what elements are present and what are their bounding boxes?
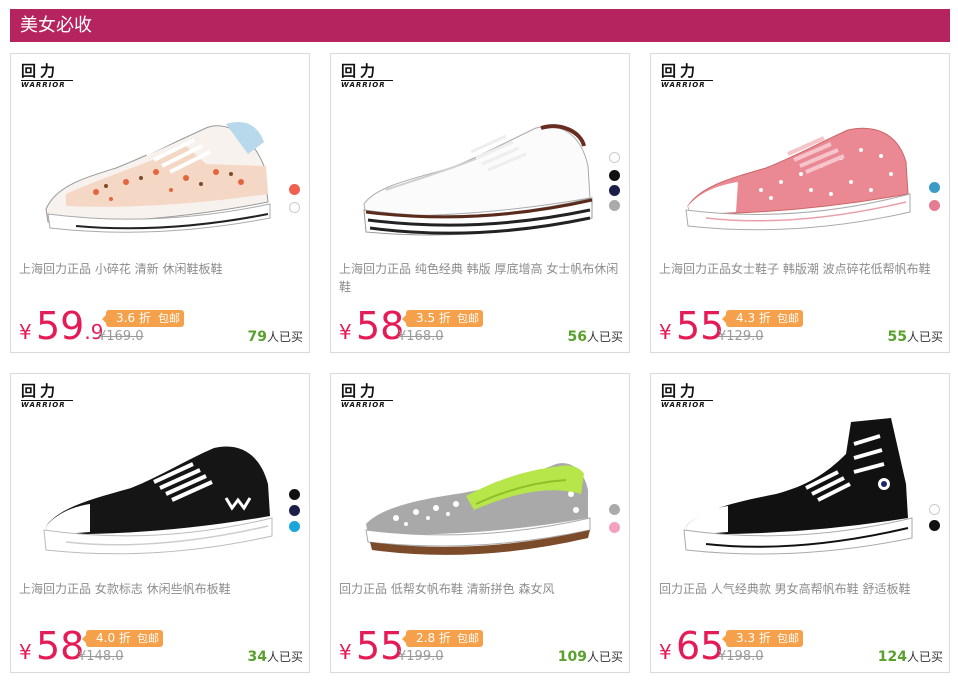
color-swatch[interactable] [289, 202, 300, 213]
sold-number: 55 [887, 329, 907, 345]
color-swatch[interactable] [609, 522, 620, 533]
sold-suffix: 人已买 [906, 650, 943, 664]
brand-logo-cn: 回力 [661, 62, 700, 80]
currency-symbol: ¥ [659, 320, 672, 344]
brand-logo: 回力 WARRIOR [341, 384, 393, 410]
sold-count: 55人已买 [888, 328, 944, 345]
sold-number: 56 [567, 329, 587, 345]
brand-logo-en: WARRIOR [661, 400, 713, 409]
brand-logo-en: WARRIOR [661, 80, 713, 89]
color-swatch[interactable] [609, 200, 620, 211]
product-title[interactable]: 上海回力正品 女款标志 休闲些帆布板鞋 [19, 580, 303, 598]
product-image[interactable] [356, 414, 596, 564]
brand-logo-en: WARRIOR [341, 80, 393, 89]
sold-suffix: 人已买 [266, 650, 303, 664]
color-swatch[interactable] [289, 489, 300, 500]
product-card[interactable]: 回力 WARRIOR 上海回力正品 女款标志 休闲些帆布板鞋 ¥ 58 4.0 … [10, 373, 310, 673]
color-swatch[interactable] [929, 520, 940, 531]
sold-suffix: 人已买 [586, 650, 623, 664]
discount-badge: 4.0 折 [82, 630, 139, 647]
product-card[interactable]: 回力 WARRIOR 回力正品 低帮女帆布鞋 清新拼色 森女风 ¥ 55 2.8… [330, 373, 630, 673]
price-integer: 59 [36, 304, 85, 348]
free-shipping-badge: 包邮 [773, 630, 803, 647]
currency-symbol: ¥ [19, 320, 32, 344]
original-price: ¥169.0 [98, 329, 144, 344]
sold-suffix: 人已买 [586, 330, 623, 344]
product-image[interactable] [356, 94, 596, 244]
brand-logo-en: WARRIOR [21, 400, 73, 409]
section-header: 美女必收 [10, 9, 950, 42]
color-swatch[interactable] [289, 521, 300, 532]
original-price: ¥198.0 [718, 649, 764, 664]
brand-logo-cn: 回力 [661, 382, 700, 400]
product-title[interactable]: 回力正品 人气经典款 男女高帮帆布鞋 舒适板鞋 [659, 580, 943, 598]
product-card[interactable]: 回力 WARRIOR 上海回力正品女士鞋子 韩版潮 波点碎花低帮帆布鞋 ¥ 55… [650, 53, 950, 353]
product-card[interactable]: 回力 WARRIOR 上海回力正品 小碎花 清新 休闲鞋板鞋 ¥ 59.9 3.… [10, 53, 310, 353]
original-price: ¥129.0 [718, 329, 764, 344]
brand-logo-cn: 回力 [341, 62, 380, 80]
product-image[interactable] [676, 414, 916, 564]
product-image[interactable] [36, 94, 276, 244]
sold-count: 124人已买 [878, 648, 943, 665]
discount-badge: 3.3 折 [722, 630, 779, 647]
sold-count: 34人已买 [248, 648, 304, 665]
sold-count: 79人已买 [248, 328, 304, 345]
color-swatch[interactable] [929, 504, 940, 515]
brand-logo: 回力 WARRIOR [661, 64, 713, 90]
discount-badge: 2.8 折 [402, 630, 459, 647]
brand-logo-en: WARRIOR [21, 80, 73, 89]
brand-logo-cn: 回力 [341, 382, 380, 400]
original-price: ¥199.0 [398, 649, 444, 664]
color-swatch[interactable] [929, 200, 940, 211]
free-shipping-badge: 包邮 [453, 310, 483, 327]
discount-badge: 4.3 折 [722, 310, 779, 327]
color-swatch[interactable] [929, 182, 940, 193]
original-price: ¥168.0 [398, 329, 444, 344]
sold-suffix: 人已买 [266, 330, 303, 344]
sold-suffix: 人已买 [906, 330, 943, 344]
original-price: ¥148.0 [78, 649, 124, 664]
brand-logo-cn: 回力 [21, 62, 60, 80]
product-card[interactable]: 回力 WARRIOR 上海回力正品 纯色经典 韩版 厚底增高 女士帆布休闲鞋 ¥… [330, 53, 630, 353]
brand-logo: 回力 WARRIOR [661, 384, 713, 410]
discount-badge: 3.6 折 [102, 310, 159, 327]
brand-logo: 回力 WARRIOR [341, 64, 393, 90]
currency-symbol: ¥ [659, 640, 672, 664]
section-title: 美女必收 [20, 15, 92, 36]
sold-count: 56人已买 [568, 328, 624, 345]
brand-logo: 回力 WARRIOR [21, 64, 73, 90]
sold-number: 79 [247, 329, 267, 345]
product-image[interactable] [676, 94, 916, 244]
free-shipping-badge: 包邮 [133, 630, 163, 647]
product-title[interactable]: 上海回力正品 小碎花 清新 休闲鞋板鞋 [19, 260, 303, 278]
color-swatch[interactable] [289, 505, 300, 516]
brand-logo-cn: 回力 [21, 382, 60, 400]
product-title[interactable]: 上海回力正品 纯色经典 韩版 厚底增高 女士帆布休闲鞋 [339, 260, 623, 296]
free-shipping-badge: 包邮 [154, 310, 184, 327]
currency-symbol: ¥ [339, 320, 352, 344]
product-price: 59.9 [36, 303, 103, 355]
sold-count: 109人已买 [558, 648, 623, 665]
product-card[interactable]: 回力 WARRIOR 回力正品 人气经典款 男女高帮帆布鞋 舒适板鞋 ¥ 65 … [650, 373, 950, 673]
color-swatch[interactable] [609, 152, 620, 163]
currency-symbol: ¥ [339, 640, 352, 664]
discount-badge: 3.5 折 [402, 310, 459, 327]
sold-number: 124 [877, 649, 907, 665]
sold-number: 109 [557, 649, 587, 665]
product-title[interactable]: 上海回力正品女士鞋子 韩版潮 波点碎花低帮帆布鞋 [659, 260, 943, 278]
color-swatch[interactable] [289, 184, 300, 195]
color-swatch[interactable] [609, 504, 620, 515]
product-image[interactable] [36, 414, 276, 564]
currency-symbol: ¥ [19, 640, 32, 664]
product-title[interactable]: 回力正品 低帮女帆布鞋 清新拼色 森女风 [339, 580, 623, 598]
color-swatch[interactable] [609, 185, 620, 196]
free-shipping-badge: 包邮 [453, 630, 483, 647]
brand-logo-en: WARRIOR [341, 400, 393, 409]
free-shipping-badge: 包邮 [773, 310, 803, 327]
brand-logo: 回力 WARRIOR [21, 384, 73, 410]
sold-number: 34 [247, 649, 267, 665]
color-swatch[interactable] [609, 170, 620, 181]
